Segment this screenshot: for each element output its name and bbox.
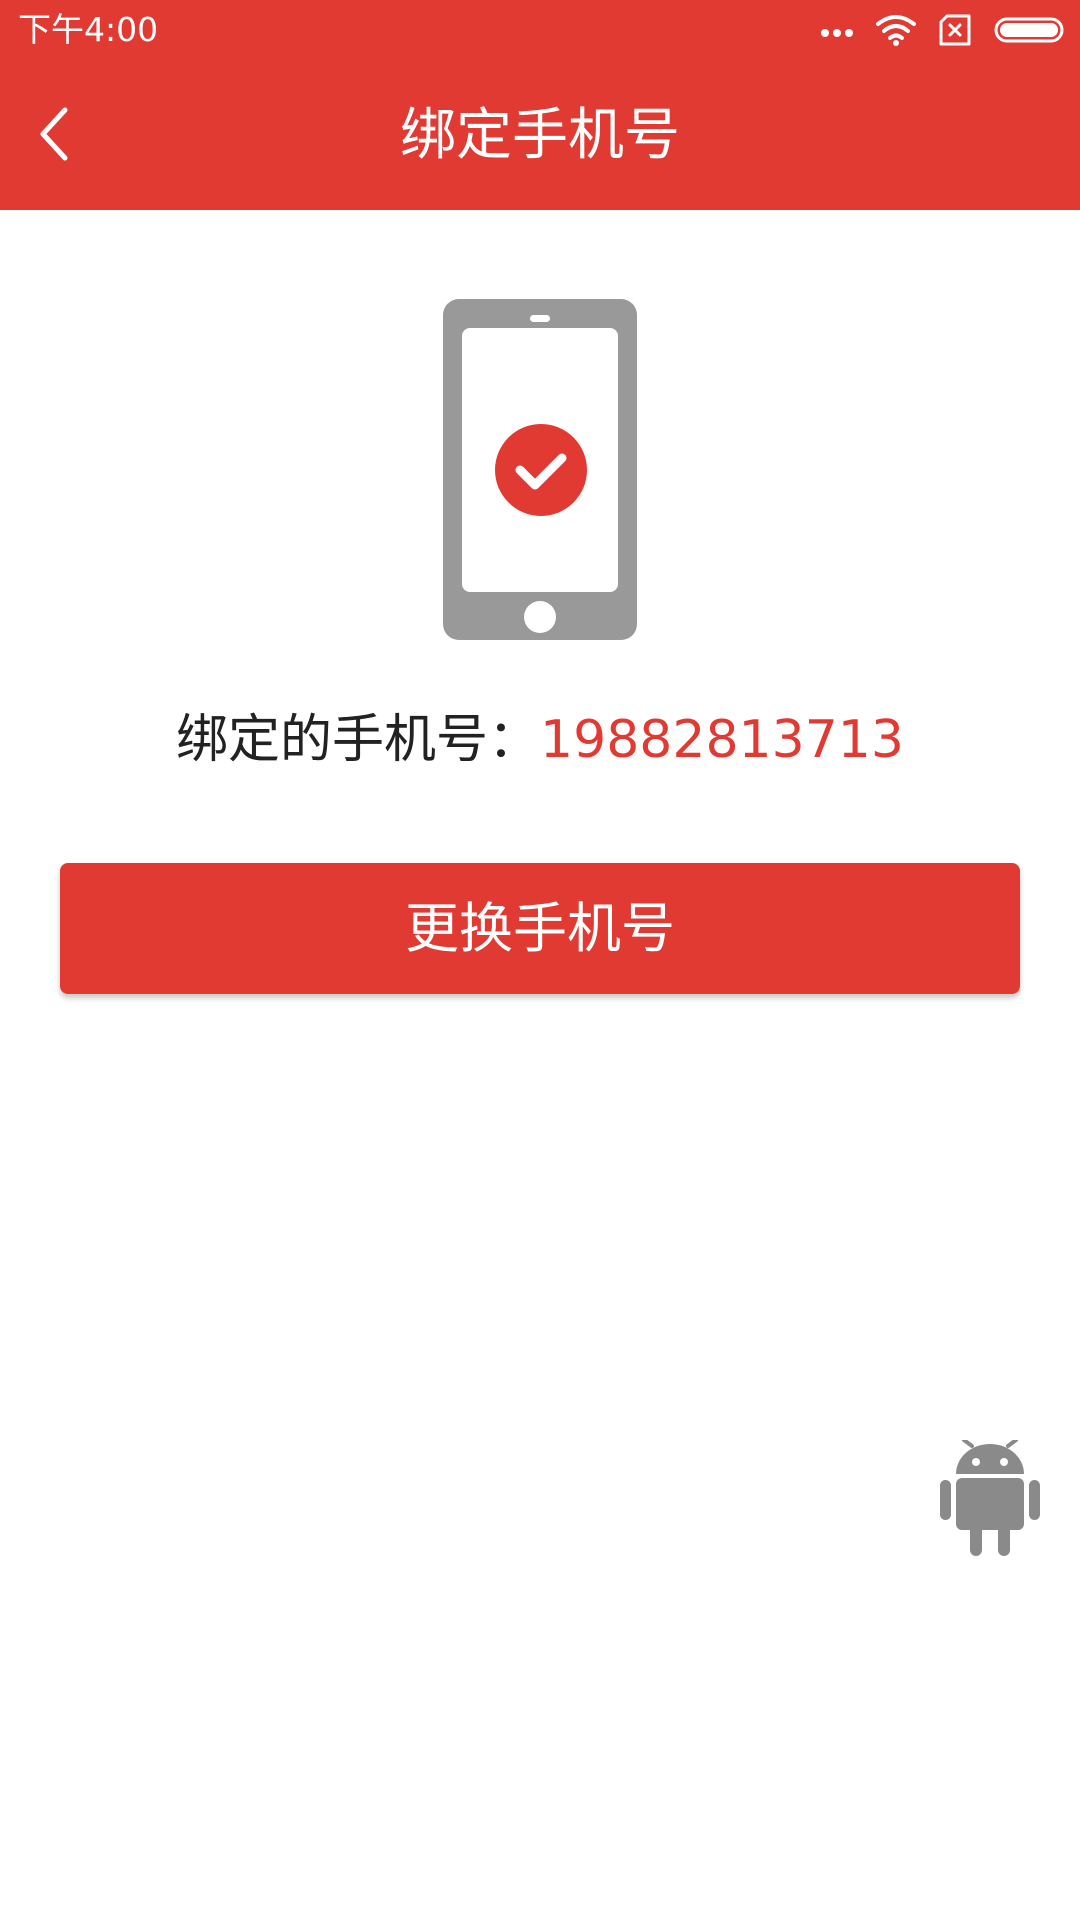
wifi-icon [876,14,916,50]
change-phone-button[interactable]: 更换手机号 [60,863,1020,994]
status-time: 下午4:00 [18,10,159,49]
app-bar: 绑定手机号 [0,62,1080,210]
android-icon[interactable] [940,1438,1040,1556]
status-bar: 下午4:00 [0,0,1080,62]
more-dots-icon [820,23,854,42]
battery-icon [994,16,1066,48]
no-sim-icon [938,14,972,50]
bound-phone-label: 绑定的手机号： [176,710,541,770]
page-title: 绑定手机号 [400,103,680,168]
bound-phone-number: 19882813713 [540,710,904,770]
bound-phone-info: 绑定的手机号：19882813713 [0,705,1080,775]
status-icons [820,12,1066,52]
phone-check-icon [443,299,637,640]
